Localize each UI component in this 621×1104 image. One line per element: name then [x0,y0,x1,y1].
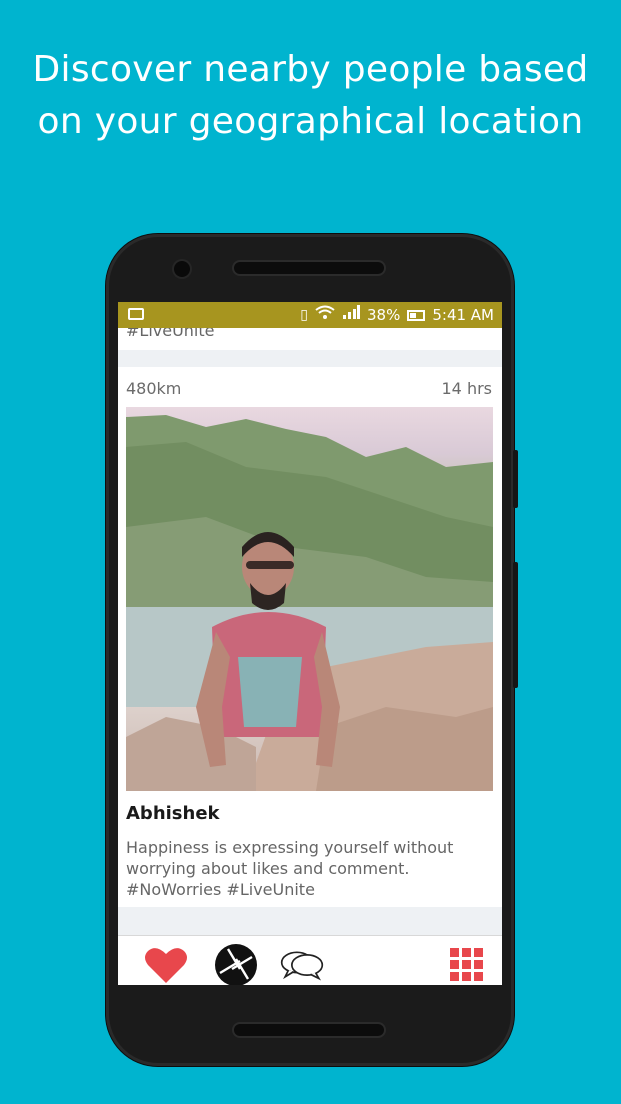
headline-line-2: on your geographical location [37,101,584,142]
clock: 5:41 AM [432,306,494,324]
heart-icon [145,948,187,983]
signal-icon [342,305,360,325]
headline-line-1: Discover nearby people based [32,49,589,90]
status-bar: ▯ 38% 5:41 AM [118,302,502,328]
bottom-navigation [118,935,502,985]
previous-post-tag: #LiveUnite [126,328,215,340]
post-distance: 480km [126,379,182,398]
chat-bubbles-icon [280,951,324,981]
post-photo[interactable] [126,407,493,791]
nav-chat-button[interactable] [280,944,324,985]
feed-divider [118,907,502,924]
bottom-speaker [234,1024,384,1036]
battery-percent: 38% [367,306,401,324]
top-speaker [234,262,384,274]
nav-heart-button[interactable] [144,944,188,985]
post-card[interactable]: 480km 14 hrs Abhishek Happiness is expre… [118,367,502,907]
nav-camera-button[interactable] [214,944,258,985]
post-author[interactable]: Abhishek [126,803,220,824]
vibrate-icon: ▯ [300,307,308,323]
gallery-notification-icon [128,308,144,320]
phone-screen: ▯ 38% 5:41 AM #LiveUnite 480km 14 hrs Ab… [118,302,502,985]
grid-menu-icon [450,948,483,981]
volume-button [513,450,518,508]
post-caption: Happiness is expressing yourself without… [126,838,454,899]
camera-shutter-icon [215,944,257,985]
previous-post-card[interactable]: #LiveUnite [118,328,502,350]
post-time: 14 hrs [441,379,493,398]
post-photo-illustration [126,415,493,791]
wifi-icon [315,305,335,325]
nav-menu-button[interactable] [445,944,489,985]
promo-headline: Discover nearby people based on your geo… [0,44,621,148]
front-camera [174,261,190,277]
power-button [513,562,518,688]
battery-icon [407,309,426,321]
